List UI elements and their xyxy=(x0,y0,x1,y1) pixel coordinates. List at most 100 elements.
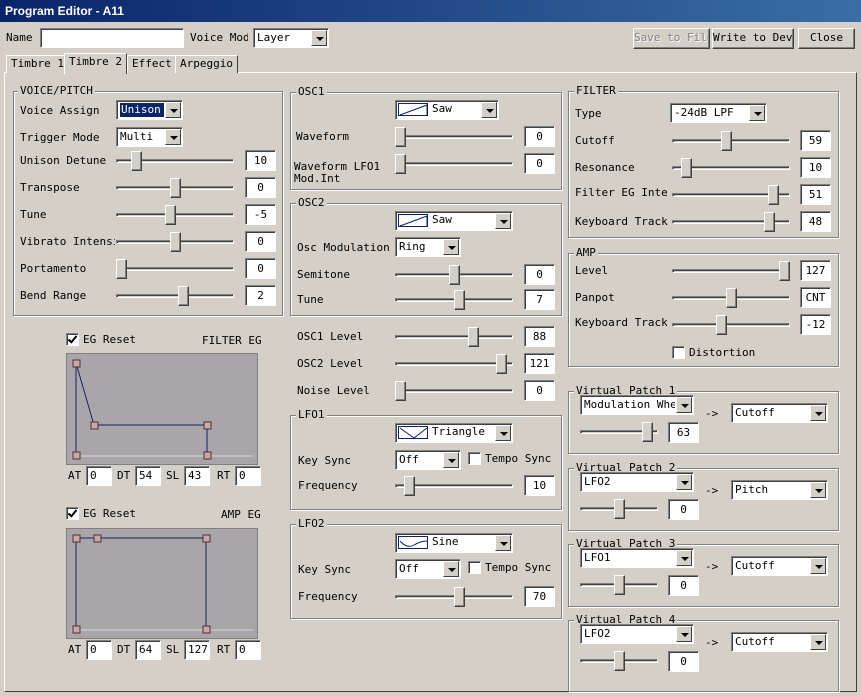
noise-level-slider[interactable] xyxy=(395,381,513,401)
amp-panpot-value[interactable]: CNT xyxy=(800,287,831,308)
transpose-value[interactable]: 0 xyxy=(245,177,276,198)
filter-eg-sl-field[interactable]: 43 xyxy=(184,466,210,486)
filter-filter-eg-intensity-slider[interactable] xyxy=(672,185,790,205)
tune-slider[interactable] xyxy=(116,205,234,225)
transpose-slider[interactable] xyxy=(116,178,234,198)
tab-timbre-1[interactable]: Timbre 1 xyxy=(6,55,69,73)
amp-keyboard-track-slider[interactable] xyxy=(672,315,790,335)
virtual-patch-3-dest-select[interactable]: Cutoff xyxy=(731,556,828,576)
osc2-level-slider[interactable] xyxy=(395,354,513,374)
slider-thumb[interactable] xyxy=(716,315,727,335)
osc2-semitone-slider[interactable] xyxy=(395,265,513,285)
distortion-checkbox[interactable] xyxy=(672,346,685,359)
slider-thumb[interactable] xyxy=(116,259,127,279)
filter-cutoff-slider[interactable] xyxy=(672,131,790,151)
virtual-patch-2-value[interactable]: 0 xyxy=(668,499,699,520)
slider-thumb[interactable] xyxy=(449,265,460,285)
slider-thumb[interactable] xyxy=(614,575,625,595)
filter-keyboard-track-slider[interactable] xyxy=(672,212,790,232)
eg-sustain-handle[interactable] xyxy=(202,534,211,543)
slider-thumb[interactable] xyxy=(395,154,406,174)
filter-eg-rt-field[interactable]: 0 xyxy=(235,466,261,486)
trigger-mode-select[interactable]: Multi xyxy=(116,127,183,147)
osc2-semitone-value[interactable]: 0 xyxy=(524,264,555,285)
osc2-level-value[interactable]: 121 xyxy=(524,353,555,374)
osc2-tune-value[interactable]: 7 xyxy=(524,289,555,310)
slider-thumb[interactable] xyxy=(642,422,653,442)
amp-level-value[interactable]: 127 xyxy=(800,260,831,281)
eg-decay-handle[interactable] xyxy=(90,421,99,430)
lfo2-key-sync-select[interactable]: Off xyxy=(395,559,461,579)
vibrato-intensity-value[interactable]: 0 xyxy=(245,231,276,252)
noise-level-value[interactable]: 0 xyxy=(524,380,555,401)
voice-assign-select[interactable]: Unison xyxy=(116,100,183,120)
voice-mode-select[interactable]: Layer xyxy=(253,28,329,48)
amp-eg-at-field[interactable]: 0 xyxy=(86,640,112,660)
unison-detune-slider[interactable] xyxy=(116,151,234,171)
slider-thumb[interactable] xyxy=(454,587,465,607)
slider-thumb[interactable] xyxy=(726,288,737,308)
slider-thumb[interactable] xyxy=(404,476,415,496)
unison-detune-value[interactable]: 10 xyxy=(245,150,276,171)
eg-start-handle[interactable] xyxy=(72,451,81,460)
slider-thumb[interactable] xyxy=(468,327,479,347)
slider-thumb[interactable] xyxy=(614,499,625,519)
virtual-patch-4-slider[interactable] xyxy=(580,651,658,671)
osc2-tune-slider[interactable] xyxy=(395,290,513,310)
virtual-patch-3-source-select[interactable]: LFO1 xyxy=(580,548,694,568)
eg-attack-handle[interactable] xyxy=(72,359,81,368)
bend-range-slider[interactable] xyxy=(116,286,234,306)
slider-thumb[interactable] xyxy=(721,131,732,151)
virtual-patch-4-source-select[interactable]: LFO2 xyxy=(580,624,694,644)
filter-eg-dt-field[interactable]: 54 xyxy=(135,466,161,486)
osc2-wave-select[interactable]: Saw xyxy=(395,211,513,231)
virtual-patch-2-slider[interactable] xyxy=(580,499,658,519)
virtual-patch-2-dest-select[interactable]: Pitch xyxy=(731,480,828,500)
filter-type-select[interactable]: -24dB LPF xyxy=(670,103,767,123)
slider-thumb[interactable] xyxy=(170,178,181,198)
osc1-lfo-slider[interactable] xyxy=(395,154,513,174)
virtual-patch-4-dest-select[interactable]: Cutoff xyxy=(731,632,828,652)
name-field[interactable] xyxy=(40,28,184,48)
vibrato-intensity-slider[interactable] xyxy=(116,232,234,252)
portamento-value[interactable]: 0 xyxy=(245,258,276,279)
slider-thumb[interactable] xyxy=(614,651,625,671)
tab-arpeggio[interactable]: Arpeggio xyxy=(175,55,238,73)
slider-thumb[interactable] xyxy=(131,151,142,171)
lfo1-frequency-value[interactable]: 10 xyxy=(524,475,555,496)
slider-thumb[interactable] xyxy=(395,127,406,147)
portamento-slider[interactable] xyxy=(116,259,234,279)
slider-thumb[interactable] xyxy=(165,205,176,225)
slider-thumb[interactable] xyxy=(768,185,779,205)
virtual-patch-1-slider[interactable] xyxy=(580,422,658,442)
tune-value[interactable]: -5 xyxy=(245,204,276,225)
filter-eg-at-field[interactable]: 0 xyxy=(86,466,112,486)
lfo2-frequency-value[interactable]: 70 xyxy=(524,586,555,607)
filter-resonance-slider[interactable] xyxy=(672,158,790,178)
slider-thumb[interactable] xyxy=(178,286,189,306)
eg-sustain-handle[interactable] xyxy=(203,421,212,430)
amp-eg-rt-field[interactable]: 0 xyxy=(235,640,261,660)
slider-thumb[interactable] xyxy=(779,261,790,281)
slider-thumb[interactable] xyxy=(454,290,465,310)
osc1-waveform-slider[interactable] xyxy=(395,127,513,147)
lfo2-wave-select[interactable]: Sine xyxy=(395,533,513,553)
osc2-mod-select[interactable]: Ring xyxy=(395,237,461,257)
filter-keyboard-track-value[interactable]: 48 xyxy=(800,211,831,232)
eg-start-handle[interactable] xyxy=(72,625,81,634)
osc1-level-slider[interactable] xyxy=(395,327,513,347)
osc1-waveform-value[interactable]: 0 xyxy=(524,126,555,147)
filter-eg-reset-checkbox[interactable] xyxy=(66,333,79,346)
write-to-device-button[interactable]: Write to Device xyxy=(712,28,794,49)
bend-range-value[interactable]: 2 xyxy=(245,285,276,306)
amp-eg-sl-field[interactable]: 127 xyxy=(184,640,210,660)
filter-resonance-value[interactable]: 10 xyxy=(800,157,831,178)
virtual-patch-4-value[interactable]: 0 xyxy=(668,651,699,672)
eg-decay-handle[interactable] xyxy=(93,534,102,543)
amp-eg-graph[interactable] xyxy=(66,528,258,639)
virtual-patch-2-source-select[interactable]: LFO2 xyxy=(580,472,694,492)
close-button[interactable]: Close xyxy=(798,28,855,49)
save-to-file-button[interactable]: Save to File xyxy=(633,28,710,49)
lfo1-tempo-sync-checkbox[interactable] xyxy=(468,452,481,465)
amp-eg-dt-field[interactable]: 64 xyxy=(135,640,161,660)
